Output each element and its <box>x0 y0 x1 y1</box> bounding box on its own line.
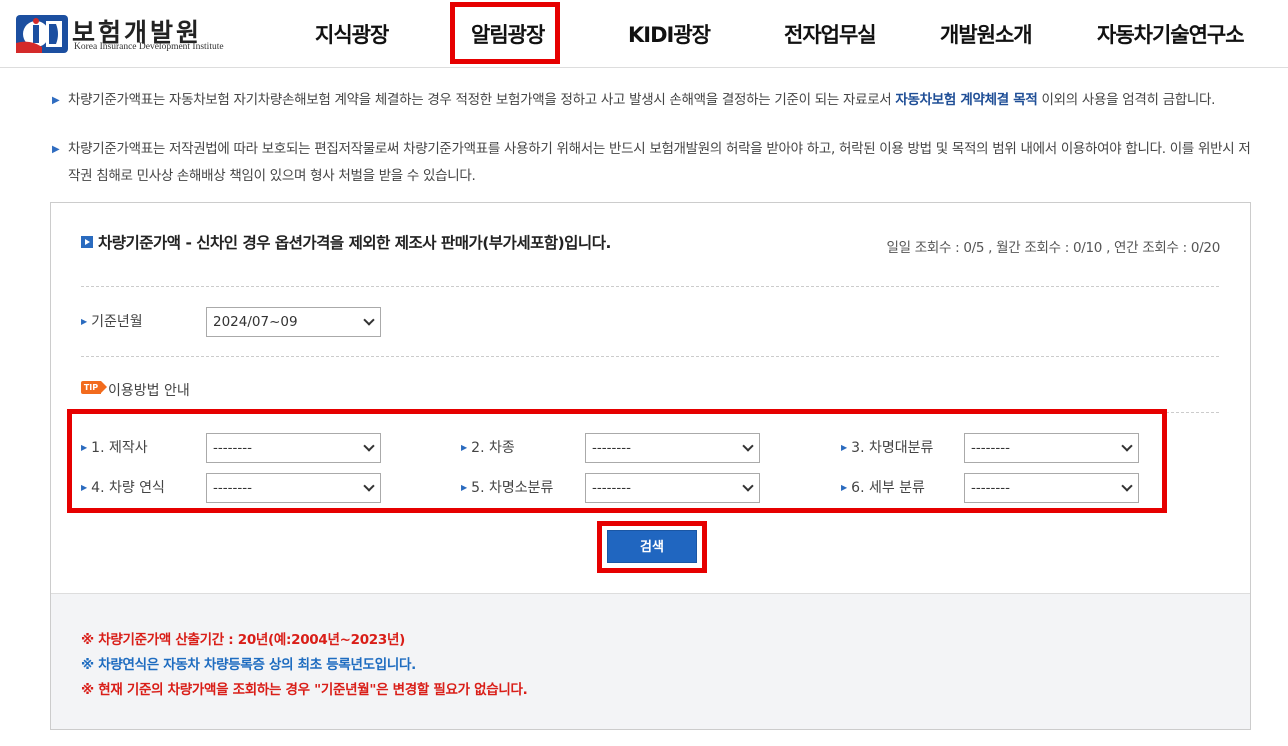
notice-usage-text-end: 이외의 사용을 엄격히 금합니다. <box>1037 92 1216 108</box>
kidi-logo-icon <box>16 15 68 53</box>
site-header: 보험개발원 Korea Insurance Development Instit… <box>0 0 1288 68</box>
tip-link[interactable]: 이용방법 안내 <box>108 380 190 400</box>
base-month-select[interactable]: 2024/07~09 <box>206 307 381 337</box>
base-month-label: ▶ 기준년월 <box>81 311 143 331</box>
play-square-icon <box>81 236 93 248</box>
view-count: 일일 조회수 : 0/5 , 월간 조회수 : 0/10 , 연간 조회수 : … <box>886 240 1221 256</box>
triangle-icon: ▶ <box>81 317 88 326</box>
nav-auto-research[interactable]: 자동차기술연구소 <box>1097 19 1245 49</box>
nav-about[interactable]: 개발원소개 <box>940 19 1033 49</box>
divider <box>81 286 1219 287</box>
note-year: ※ 차량연식은 자동차 차량등록증 상의 최초 등록년도입니다. <box>81 657 416 673</box>
bullet-icon: ▶ <box>52 95 60 106</box>
base-month-label-text: 기준년월 <box>91 314 143 330</box>
note-base-month: ※ 현재 기준의 차량가액을 조회하는 경우 "기준년월"은 변경할 필요가 없… <box>81 682 528 698</box>
notice-copyright-text: 차량기준가액표는 저작권법에 따라 보호되는 편집저작물로써 차량기준가액표를 … <box>68 141 1251 184</box>
panel-title: 차량기준가액 - 신차인 경우 옵션가격을 제외한 제조사 판매가(부가세포함)… <box>98 234 611 252</box>
notice-copyright: ▶ 차량기준가액표는 저작권법에 따라 보호되는 편집저작물로써 차량기준가액표… <box>52 136 1258 190</box>
nav-e-office[interactable]: 전자업무실 <box>784 19 877 49</box>
tip-badge: TIP <box>81 381 107 394</box>
base-month-value: 2024/07~09 <box>213 314 298 330</box>
nav-kidi[interactable]: KIDI광장 <box>628 19 711 49</box>
bullet-icon: ▶ <box>52 144 60 155</box>
notice-usage-text: 차량기준가액표는 자동차보험 자기차량손해보험 계약을 체결하는 경우 적정한 … <box>68 92 896 108</box>
chevron-down-icon <box>363 314 375 326</box>
filters-highlight-box <box>67 409 1167 513</box>
divider <box>81 356 1219 357</box>
logo-text-en: Korea Insurance Development Institute <box>74 42 224 52</box>
note-period: ※ 차량기준가액 산출기간 : 20년(예:2004년~2023년) <box>81 632 405 648</box>
nav-highlight-box <box>450 2 560 64</box>
search-highlight-box <box>597 521 707 573</box>
notes-area: ※ 차량기준가액 산출기간 : 20년(예:2004년~2023년) ※ 차량연… <box>51 593 1250 729</box>
notice-usage: ▶ 차량기준가액표는 자동차보험 자기차량손해보험 계약을 체결하는 경우 적정… <box>52 87 1258 114</box>
notice-usage-link[interactable]: 자동차보험 계약체결 목적 <box>895 92 1037 108</box>
nav-knowledge[interactable]: 지식광장 <box>315 19 389 49</box>
vehicle-value-panel: 차량기준가액 - 신차인 경우 옵션가격을 제외한 제조사 판매가(부가세포함)… <box>50 202 1251 730</box>
site-logo[interactable]: 보험개발원 Korea Insurance Development Instit… <box>16 13 224 55</box>
